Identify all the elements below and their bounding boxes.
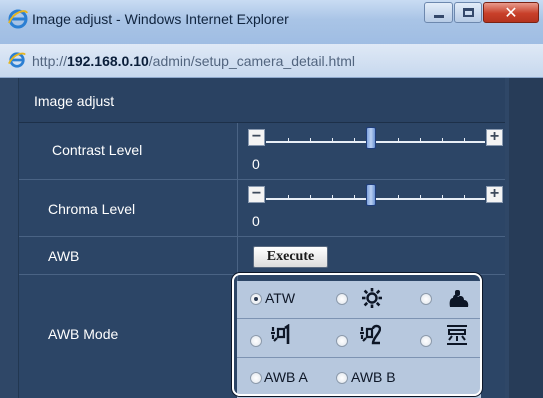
page-side-strip [509,78,543,398]
address-bar[interactable]: http://192.168.0.10/admin/setup_camera_d… [0,44,543,78]
contrast-row: Contrast Level − + 0 [19,123,505,180]
chroma-value-cell: − + 0 [237,180,506,236]
awb-execute-button[interactable]: Execute [253,246,328,268]
slider-tick [288,138,289,143]
url-path: /admin/setup_camera_detail.html [148,53,356,69]
slider-tick [398,138,399,143]
slider-tick [420,138,421,143]
minimize-icon [434,15,444,18]
window-titlebar: Image adjust - Windows Internet Explorer… [0,0,543,45]
slider-tick [288,195,289,200]
contrast-decrease-button[interactable]: − [248,129,265,146]
chroma-slider[interactable]: − + [248,184,506,212]
internet-explorer-icon [8,9,28,29]
slider-tick [464,195,465,200]
chroma-slider-thumb[interactable] [366,184,376,206]
awb-label: AWB [48,248,80,264]
contrast-value: 0 [252,156,260,172]
slider-tick [310,195,311,200]
chroma-label: Chroma Level [48,201,136,217]
contrast-increase-button[interactable]: + [486,129,503,146]
slider-tick [442,195,443,200]
close-icon: ✕ [504,5,518,22]
chroma-value: 0 [252,213,260,229]
section-title: Image adjust [34,93,115,109]
slider-tick [310,138,311,143]
contrast-value-cell: − + 0 [237,123,506,179]
contrast-slider[interactable]: − + [248,127,506,155]
awb-mode-label: AWB Mode [48,326,119,342]
slider-tick [398,195,399,200]
page-favicon-icon [8,52,26,68]
close-button[interactable]: ✕ [483,2,539,23]
chroma-increase-button[interactable]: + [486,186,503,203]
slider-tick [332,138,333,143]
maximize-icon [463,8,474,17]
minimize-button[interactable] [424,2,453,23]
url-scheme: http:// [32,53,68,69]
awb-value-cell: Execute [237,237,506,274]
awb-mode-highlight-frame [232,273,482,396]
url-host: 192.168.0.10 [67,53,149,69]
slider-tick [332,195,333,200]
address-url: http://192.168.0.10/admin/setup_camera_d… [32,53,355,69]
slider-tick [464,138,465,143]
chroma-row: Chroma Level − + 0 [19,180,505,237]
window-title: Image adjust - Windows Internet Explorer [32,11,289,27]
slider-tick [354,195,355,200]
slider-tick [420,195,421,200]
contrast-slider-thumb[interactable] [366,127,376,149]
chroma-decrease-button[interactable]: − [248,186,265,203]
awb-row: AWB Execute [19,237,505,275]
section-header: Image adjust [19,78,505,123]
maximize-button[interactable] [454,2,482,23]
contrast-label: Contrast Level [52,142,143,158]
slider-tick [354,138,355,143]
slider-tick [442,138,443,143]
